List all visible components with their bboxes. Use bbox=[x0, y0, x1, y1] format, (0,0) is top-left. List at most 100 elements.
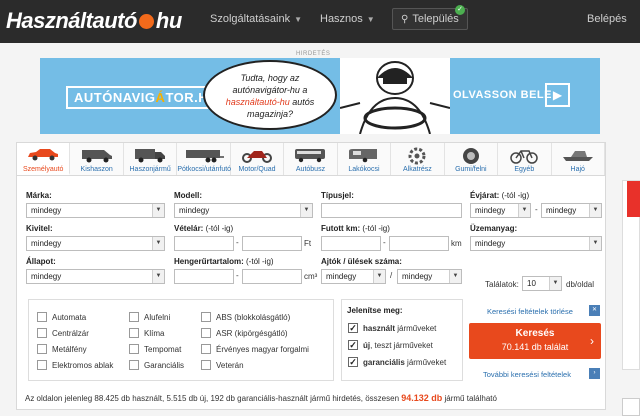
condition-label: Állapot: bbox=[26, 257, 56, 266]
close-icon[interactable]: ✕ bbox=[589, 305, 600, 316]
show-checkbox[interactable]: ✓ bbox=[348, 340, 358, 350]
tab-boat[interactable]: Hajó bbox=[551, 143, 605, 175]
feature-checkbox[interactable] bbox=[201, 344, 211, 354]
more-filters-link[interactable]: További keresési feltételek bbox=[483, 370, 571, 379]
model-select[interactable]: mindegy ▼ bbox=[174, 203, 313, 218]
engine-label: Hengerűrtartalom: (-tól -ig) bbox=[174, 257, 274, 266]
tab-label: Haszonjármű bbox=[129, 166, 171, 173]
fuel-select[interactable]: mindegy ▼ bbox=[470, 236, 602, 251]
tab-caravan[interactable]: Lakókocsi bbox=[337, 143, 392, 175]
tab-label: Lakókocsi bbox=[348, 166, 380, 173]
chevron-down-icon: ▼ bbox=[152, 204, 164, 217]
show-title: Jelenítse meg: bbox=[347, 306, 403, 315]
clear-filters-link[interactable]: Keresési feltételek törlése bbox=[487, 307, 573, 316]
tab-bus[interactable]: Autóbusz bbox=[284, 143, 338, 175]
speech-bubble: Tudta, hogy az autónavigátor-hu a haszná… bbox=[203, 60, 337, 130]
banner-cta[interactable]: OLVASSON BELE bbox=[453, 89, 552, 101]
feature-checkbox-label: Klíma bbox=[144, 329, 165, 338]
km-from-input[interactable] bbox=[321, 236, 381, 251]
condition-select[interactable]: mindegy ▼ bbox=[26, 269, 165, 284]
feature-checkbox-label: Tempomat bbox=[144, 345, 182, 354]
nav-location-label: Település bbox=[412, 13, 459, 25]
feature-checkbox[interactable] bbox=[129, 344, 139, 354]
show-checkbox[interactable]: ✓ bbox=[348, 357, 358, 367]
results-per-page-select[interactable]: 10 ▼ bbox=[522, 276, 562, 291]
engine-to-input[interactable] bbox=[242, 269, 302, 284]
login-link[interactable]: Belépés bbox=[587, 13, 627, 25]
chevron-down-icon: ▼ bbox=[373, 270, 385, 283]
site-logo[interactable]: Használtautó hu bbox=[6, 8, 182, 34]
ad-banner[interactable]: AUTÓNAVIGÁTOR.HU Tudta, hogy az autónavi… bbox=[40, 58, 600, 134]
doors-select[interactable]: mindegy ▼ bbox=[321, 269, 386, 284]
seats-select[interactable]: mindegy ▼ bbox=[397, 269, 462, 284]
tab-bicycle[interactable]: Egyéb bbox=[498, 143, 552, 175]
show-checkbox[interactable]: ✓ bbox=[348, 323, 358, 333]
search-panel: Személyautó Kishaszon Haszonjármű Pótkocsi/… bbox=[16, 142, 606, 410]
tab-truck[interactable]: Haszonjármű bbox=[123, 143, 178, 175]
body-label: Kivitel: bbox=[26, 224, 53, 233]
make-select[interactable]: mindegy ▼ bbox=[26, 203, 165, 218]
car-icon bbox=[26, 147, 60, 166]
truck-icon bbox=[133, 147, 167, 168]
chevron-down-icon: ▼ bbox=[549, 277, 561, 290]
ad-label: HIRDETÉS bbox=[296, 51, 331, 57]
type-input[interactable] bbox=[321, 203, 462, 218]
feature-checkbox[interactable] bbox=[129, 360, 139, 370]
side-ad-strip[interactable] bbox=[622, 180, 640, 370]
show-checkbox-label-bold: garanciális bbox=[363, 358, 405, 367]
caravan-icon bbox=[347, 147, 381, 168]
year-to-select[interactable]: mindegy ▼ bbox=[541, 203, 602, 218]
tab-label: Pótkocsi/utánfutó bbox=[177, 166, 232, 173]
tab-label: Gumi/felni bbox=[455, 166, 487, 173]
price-to-input[interactable] bbox=[242, 236, 302, 251]
bus-icon bbox=[293, 147, 327, 168]
tab-label: Kishaszon bbox=[80, 166, 113, 173]
feature-checkbox[interactable] bbox=[37, 360, 47, 370]
feature-options-box: Automata Alufelni ABS (blokkolásgátló) Cent… bbox=[28, 299, 334, 381]
tab-motorbike[interactable]: Motor/Quad bbox=[230, 143, 285, 175]
doors-separator: / bbox=[390, 271, 393, 280]
feature-checkbox-label: ABS (blokkolásgátló) bbox=[216, 313, 291, 322]
feature-checkbox[interactable] bbox=[201, 312, 211, 322]
km-to-input[interactable] bbox=[389, 236, 449, 251]
show-checkbox-label-rest: járműveket bbox=[395, 324, 437, 333]
feature-checkbox[interactable] bbox=[37, 328, 47, 338]
tab-tire[interactable]: Gumi/felni bbox=[444, 143, 499, 175]
feature-checkbox[interactable] bbox=[37, 344, 47, 354]
tab-part[interactable]: Alkatrész bbox=[391, 143, 445, 175]
tab-car[interactable]: Személyautó bbox=[17, 143, 71, 175]
body-select[interactable]: mindegy ▼ bbox=[26, 236, 165, 251]
feature-checkbox[interactable] bbox=[201, 328, 211, 338]
tab-label: Motor/Quad bbox=[238, 166, 276, 173]
engine-from-input[interactable] bbox=[174, 269, 234, 284]
feature-checkbox[interactable] bbox=[201, 360, 211, 370]
chevron-right-icon[interactable]: › bbox=[589, 368, 600, 379]
year-to-value: mindegy bbox=[546, 206, 577, 215]
fuel-value: mindegy bbox=[475, 239, 506, 248]
show-checkbox-label: használt járműveket bbox=[363, 324, 436, 333]
chevron-down-icon: ▼ bbox=[152, 237, 164, 250]
fuel-label: Üzemanyag: bbox=[470, 224, 518, 233]
feature-checkbox[interactable] bbox=[129, 312, 139, 322]
year-hint: (-tól -ig) bbox=[499, 191, 530, 200]
check-badge-icon: ✓ bbox=[455, 5, 465, 15]
tab-trailer[interactable]: Pótkocsi/utánfutó bbox=[177, 143, 232, 175]
engine-hint: (-tól -ig) bbox=[243, 257, 274, 266]
chevron-down-icon: ▼ bbox=[449, 270, 461, 283]
price-from-input[interactable] bbox=[174, 236, 234, 251]
chevron-down-icon: ▼ bbox=[300, 204, 312, 217]
tab-label: Alkatrész bbox=[403, 166, 432, 173]
feature-checkbox[interactable] bbox=[37, 312, 47, 322]
feature-checkbox[interactable] bbox=[129, 328, 139, 338]
nav-services[interactable]: Szolgáltatásaink ▼ bbox=[210, 13, 302, 25]
feature-checkbox-label: Centrálzár bbox=[52, 329, 89, 338]
search-button[interactable]: Keresés 70.141 db találat › bbox=[469, 323, 601, 359]
year-label-text: Évjárat: bbox=[470, 191, 500, 200]
nav-useful[interactable]: Hasznos ▼ bbox=[320, 13, 375, 25]
price-unit: Ft bbox=[304, 239, 312, 248]
tab-van[interactable]: Kishaszon bbox=[70, 143, 124, 175]
play-arrow-icon[interactable]: ▶ bbox=[545, 83, 570, 107]
summary-prefix: Az oldalon jelenleg 88.425 db használt, … bbox=[25, 394, 402, 403]
year-from-select[interactable]: mindegy ▼ bbox=[470, 203, 531, 218]
chevron-down-icon: ▼ bbox=[152, 270, 164, 283]
